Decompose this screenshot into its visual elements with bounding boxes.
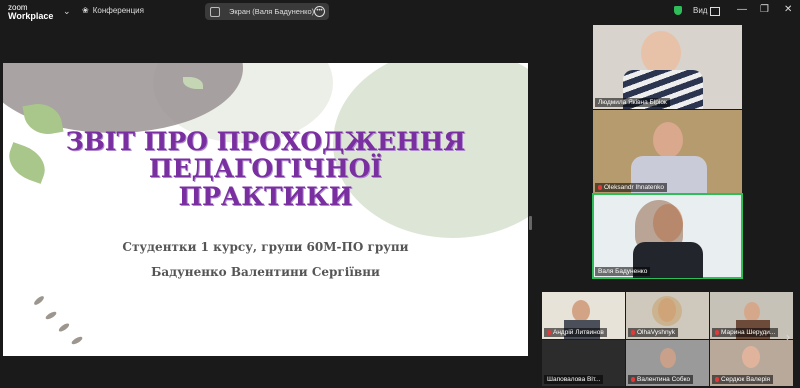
participant-tile[interactable]: Валентина Собко bbox=[626, 340, 709, 386]
participant-name: Oleksandr Ihnatenko bbox=[595, 183, 667, 192]
fern-decoration bbox=[32, 294, 46, 307]
participant-name: OlhaVyshnyk bbox=[628, 328, 679, 337]
top-bar: zoom Workplace ⌄ ❀ Конференция Экран (Ва… bbox=[0, 0, 800, 24]
slide-subtitle: Студентки 1 курсу, групи 60М-ПО групи bbox=[122, 240, 409, 254]
shared-screen-slide: ЗВІТ ПРО ПРОХОДЖЕННЯ ПЕДАГОГІЧНОЇ ПРАКТИ… bbox=[3, 63, 528, 356]
slide-title-line: ПРАКТИКИ bbox=[178, 182, 353, 211]
muted-mic-icon bbox=[715, 330, 719, 335]
participant-video bbox=[652, 296, 682, 326]
more-options-icon[interactable]: ••• bbox=[314, 6, 325, 17]
security-shield-icon[interactable] bbox=[674, 6, 682, 15]
participant-name: Валя Бадуненко bbox=[595, 267, 651, 276]
participant-tile[interactable]: Людмила Яківна Біріок bbox=[593, 25, 742, 109]
participant-name: Шаповалова Віт... bbox=[544, 375, 604, 384]
chevron-down-icon[interactable]: ⌄ bbox=[63, 6, 71, 17]
minimize-icon[interactable]: — bbox=[737, 4, 747, 15]
screen-share-indicator[interactable]: Экран (Валя Бадуненко) ••• bbox=[205, 3, 329, 20]
participant-name: Сердюк Валерія bbox=[712, 375, 774, 384]
participant-name: Марина Шеруди... bbox=[712, 328, 779, 337]
participant-tile[interactable]: Марина Шеруди... bbox=[710, 292, 793, 339]
chevron-right-icon[interactable]: › bbox=[786, 330, 790, 344]
muted-mic-icon bbox=[715, 377, 719, 382]
paw-icon: ❀ bbox=[82, 6, 89, 15]
slide-title-line: ЗВІТ ПРО ПРОХОДЖЕННЯ bbox=[65, 127, 466, 156]
avatar bbox=[641, 31, 681, 75]
participant-tile[interactable]: Андрій Литвинов bbox=[542, 292, 625, 339]
close-icon[interactable]: ✕ bbox=[784, 4, 792, 15]
participant-name: Андрій Литвинов bbox=[544, 328, 607, 337]
avatar bbox=[653, 122, 683, 158]
participant-tile[interactable]: OlhaVyshnyk bbox=[626, 292, 709, 339]
participant-name: Людмила Яківна Біріок bbox=[595, 98, 670, 107]
meeting-info-button[interactable]: ❀ Конференция bbox=[82, 6, 144, 15]
panel-resize-handle[interactable] bbox=[529, 216, 532, 230]
participant-tile[interactable]: Шаповалова Віт... bbox=[542, 340, 625, 386]
avatar bbox=[744, 302, 760, 322]
avatar bbox=[572, 300, 590, 322]
share-screen-icon bbox=[210, 6, 220, 17]
muted-mic-icon bbox=[547, 330, 551, 335]
muted-mic-icon bbox=[598, 185, 602, 190]
slide-subtitle: Бадуненко Валентини Сергіївни bbox=[151, 265, 380, 279]
fern-decoration bbox=[44, 310, 58, 321]
fern-decoration bbox=[57, 322, 71, 333]
muted-mic-icon bbox=[631, 330, 635, 335]
fern-decoration bbox=[70, 335, 84, 346]
participant-tile-active-speaker[interactable]: Валя Бадуненко bbox=[592, 193, 743, 279]
muted-mic-icon bbox=[631, 377, 635, 382]
slide-title-line: ПЕДАГОГІЧНОЇ bbox=[148, 154, 383, 183]
participant-tile[interactable]: Сердюк Валерія bbox=[710, 340, 793, 386]
zoom-logo: zoom Workplace bbox=[8, 3, 54, 21]
grid-view-icon[interactable] bbox=[710, 7, 720, 16]
participant-name: Валентина Собко bbox=[628, 375, 694, 384]
avatar bbox=[742, 346, 760, 368]
maximize-icon[interactable]: ❐ bbox=[760, 4, 769, 15]
view-button[interactable]: Вид bbox=[693, 6, 707, 15]
avatar bbox=[660, 348, 676, 368]
participant-tile[interactable]: Oleksandr Ihnatenko bbox=[593, 110, 742, 194]
